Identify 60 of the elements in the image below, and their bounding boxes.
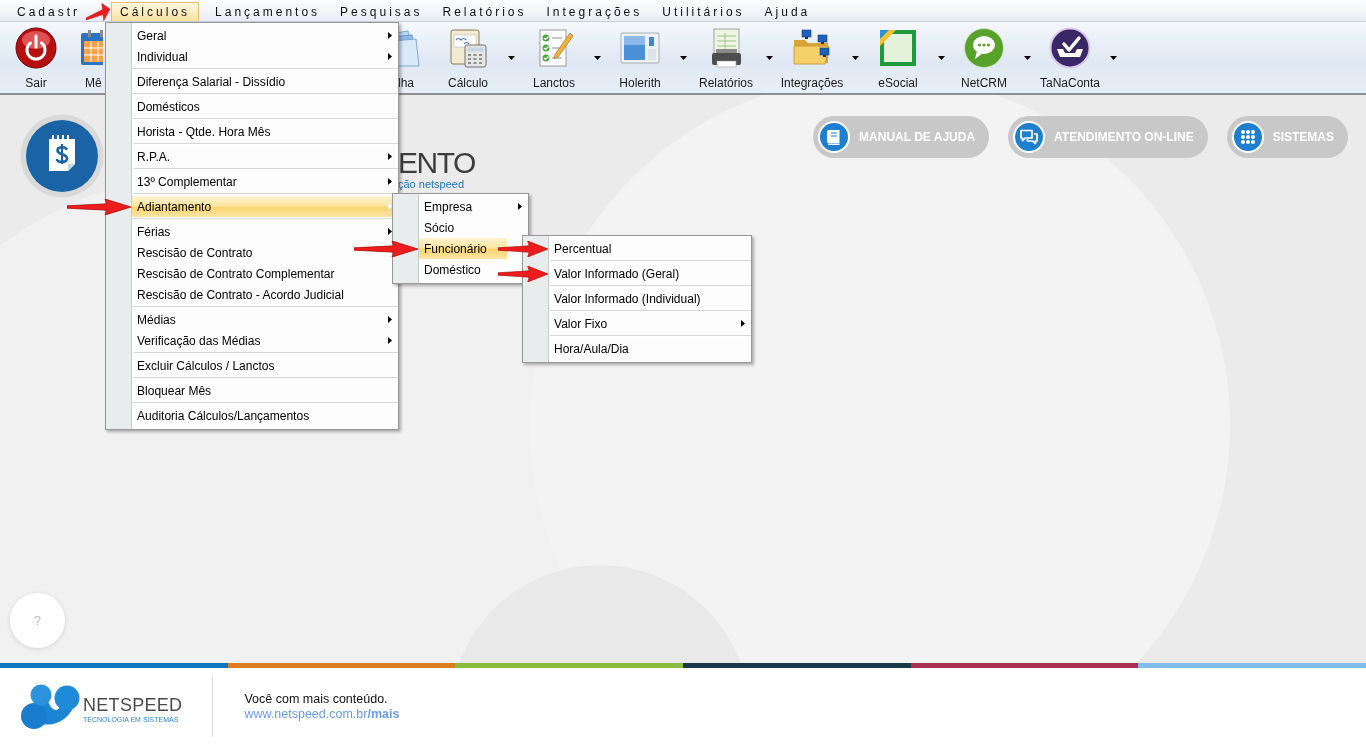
toolbar-button[interactable]: TaNaConta — [1035, 27, 1105, 90]
toolbar-button[interactable]: Cálculo — [433, 27, 503, 90]
menu-item[interactable]: Funcionário — [419, 238, 507, 259]
menu-bar-item[interactable]: Cálculos — [111, 2, 200, 21]
menu-item[interactable]: Individual — [132, 46, 399, 67]
toolbar-button[interactable]: eSocial — [863, 27, 933, 90]
grid-dots-icon — [1231, 121, 1264, 153]
menu-item[interactable]: Horista - Qtde. Hora Mês — [132, 121, 291, 142]
brand-name: NETSPEED — [83, 694, 183, 715]
menu-item[interactable]: Valor Fixo — [549, 313, 752, 334]
menu-bar-item[interactable]: Utilitários — [658, 2, 749, 21]
menu-item[interactable]: Geral — [132, 25, 399, 46]
menu-item[interactable]: Auditoria Cálculos/Lançamentos — [132, 405, 330, 426]
toolbar-button[interactable]: NetCRM — [949, 27, 1019, 90]
toolbar-button[interactable]: Mê — [71, 27, 103, 90]
menu-item[interactable]: Bloquear Mês — [132, 380, 232, 401]
menu-item[interactable]: Doméstico — [419, 259, 501, 280]
menu-item[interactable]: Verificação das Médias — [132, 330, 399, 351]
caret-icon[interactable] — [593, 56, 601, 60]
menu-item[interactable]: Valor Informado (Geral) — [549, 263, 700, 284]
menu-bar-item[interactable]: Cadastr — [13, 2, 85, 21]
toolbar-button[interactable]: Integrações — [777, 27, 847, 90]
footer-message: Você com mais conteúdo. — [244, 691, 388, 707]
menu-item[interactable]: Rescisão de Contrato — [132, 242, 273, 263]
money-document-icon — [20, 114, 104, 198]
toolbar-button[interactable]: Holerith — [605, 27, 675, 90]
menu-item[interactable]: Domésticos — [132, 96, 220, 117]
menu-item[interactable]: Diferença Salarial - Dissídio — [132, 71, 306, 92]
caret-icon[interactable] — [507, 56, 515, 60]
menu-bar-item[interactable]: Lançamentos — [211, 2, 325, 21]
menu-item[interactable]: Rescisão de Contrato Complementar — [132, 263, 355, 284]
menu-item[interactable]: Médias — [132, 309, 399, 330]
logo-icon — [20, 683, 80, 730]
menu-item[interactable]: Percentual — [549, 238, 632, 259]
caret-icon[interactable] — [679, 56, 687, 60]
caret-icon[interactable] — [1109, 56, 1117, 60]
caret-icon[interactable] — [1023, 56, 1031, 60]
toolbar-button[interactable]: Sair — [1, 27, 71, 90]
book-icon — [818, 121, 851, 153]
menu-bar-item[interactable]: Pesquisas — [336, 2, 427, 21]
menu-item[interactable]: Rescisão de Contrato - Acordo Judicial — [132, 284, 364, 305]
toolbar-button[interactable]: Lanctos — [519, 27, 589, 90]
caret-icon[interactable] — [937, 56, 945, 60]
toolbar-button[interactable]: Relatórios — [691, 27, 761, 90]
menu-item[interactable]: Excluir Cálculos / Lanctos — [132, 355, 295, 376]
toolbar-button[interactable]: lha — [398, 27, 433, 90]
menu-item[interactable]: Valor Informado (Individual) — [549, 288, 721, 309]
menu-item[interactable]: Empresa — [419, 196, 529, 217]
menu-item[interactable]: R.P.A. — [132, 146, 399, 167]
menu-bar-item[interactable]: Ajuda — [760, 2, 815, 21]
page-title: ENTO — [398, 148, 475, 178]
menu-item[interactable]: Hora/Aula/Dia — [549, 338, 649, 359]
menu-item[interactable]: Sócio — [419, 217, 475, 238]
menu-item[interactable]: 13º Complementar — [132, 171, 399, 192]
caret-icon[interactable] — [851, 56, 859, 60]
caret-icon[interactable] — [765, 56, 773, 60]
menu-bar-item[interactable]: Relatórios — [438, 2, 531, 21]
menu-bar-item[interactable]: Integrações — [542, 2, 647, 21]
chat-icon — [1013, 121, 1046, 153]
page-subtitle: ção netspeed — [398, 178, 465, 190]
